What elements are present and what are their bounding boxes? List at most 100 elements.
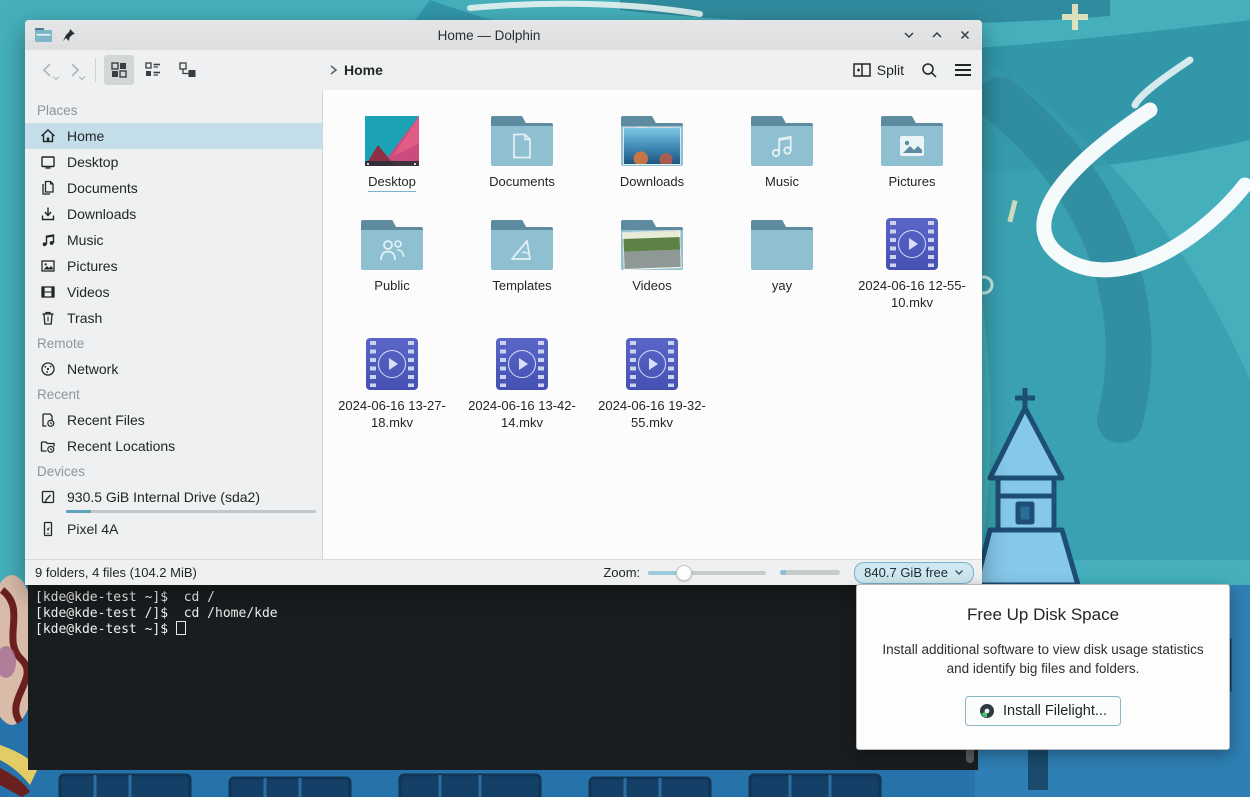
sidebar-item-label: Pixel 4A: [67, 521, 118, 537]
file-label: 2024-06-16 13-27-18.mkv: [331, 397, 453, 432]
breadcrumb-home[interactable]: Home: [344, 62, 383, 78]
sidebar-item-home[interactable]: Home: [25, 123, 322, 149]
sidebar-item-label: Videos: [67, 284, 110, 300]
popup-body-line-1: Install additional software to view disk…: [857, 641, 1229, 660]
video-file-icon: [886, 218, 938, 270]
desktop-icon: [40, 154, 56, 170]
network-icon: [40, 361, 56, 377]
back-button[interactable]: [35, 57, 61, 83]
video-file-icon: [626, 338, 678, 390]
file-label: Documents: [489, 173, 555, 191]
file-item-templates[interactable]: Templates: [457, 206, 587, 312]
split-label: Split: [877, 62, 904, 78]
folder-icon: [491, 116, 553, 166]
titlebar[interactable]: Home — Dolphin: [25, 20, 982, 50]
file-view[interactable]: Desktop Documents Downloads: [323, 90, 982, 559]
back-dropdown-icon[interactable]: [52, 75, 60, 81]
terminal-window[interactable]: [kde@kde-test ~]$ cd / [kde@kde-test /]$…: [28, 585, 978, 770]
sidebar-item-desktop[interactable]: Desktop: [25, 149, 322, 175]
folder-icon: [751, 220, 813, 270]
zoom-slider[interactable]: [648, 565, 766, 581]
video-file-icon: [496, 338, 548, 390]
file-label: Templates: [492, 277, 551, 295]
terminal-line: [kde@kde-test ~]$ cd /: [35, 590, 978, 606]
free-space-label: 840.7 GiB free: [864, 565, 948, 580]
drive-usage-bar: [66, 510, 316, 513]
folder-preview-icon: [621, 116, 683, 166]
forward-dropdown-icon[interactable]: [78, 75, 86, 81]
file-item-yay[interactable]: yay: [717, 206, 847, 312]
terminal-cursor: [176, 621, 186, 635]
file-item-videos[interactable]: Videos: [587, 206, 717, 312]
documents-icon: [40, 180, 56, 196]
toolbar: Home Split: [25, 50, 982, 90]
section-recent: Recent: [25, 382, 322, 407]
sidebar-item-downloads[interactable]: Downloads: [25, 201, 322, 227]
file-item-desktop[interactable]: Desktop: [327, 102, 457, 192]
sidebar-item-label: Recent Files: [67, 412, 145, 428]
sidebar-item-pictures[interactable]: Pictures: [25, 253, 322, 279]
folder-preview-icon: [621, 220, 683, 270]
file-item-video-4[interactable]: 2024-06-16 19-32-55.mkv: [587, 326, 717, 432]
zoom-slider-handle[interactable]: [676, 565, 692, 581]
sidebar-item-videos[interactable]: Videos: [25, 279, 322, 305]
sidebar-item-internal-drive[interactable]: 930.5 GiB Internal Drive (sda2): [25, 484, 322, 510]
sidebar-item-documents[interactable]: Documents: [25, 175, 322, 201]
pin-icon[interactable]: [62, 28, 76, 42]
desktop-preview-icon: [365, 116, 419, 166]
recent-files-icon: [40, 412, 56, 428]
file-label: 2024-06-16 12-55-10.mkv: [851, 277, 973, 312]
sidebar-item-pixel-4a[interactable]: Pixel 4A: [25, 516, 322, 542]
tree-view-button[interactable]: [172, 55, 202, 85]
split-button[interactable]: Split: [853, 62, 904, 78]
file-label: Desktop: [368, 173, 416, 192]
file-label: Videos: [632, 277, 672, 295]
sidebar-item-label: Documents: [67, 180, 138, 196]
sidebar-item-recent-files[interactable]: Recent Files: [25, 407, 322, 433]
file-item-music[interactable]: Music: [717, 102, 847, 192]
folder-icon: [751, 116, 813, 166]
sidebar-item-trash[interactable]: Trash: [25, 305, 322, 331]
sidebar-item-music[interactable]: Music: [25, 227, 322, 253]
sidebar-item-network[interactable]: Network: [25, 356, 322, 382]
file-item-video-2[interactable]: 2024-06-16 13-27-18.mkv: [327, 326, 457, 432]
filelight-icon: [979, 703, 995, 719]
details-view-button[interactable]: [138, 55, 168, 85]
window-folder-icon: [35, 28, 52, 42]
sidebar-item-label: Downloads: [67, 206, 136, 222]
sidebar-item-recent-locations[interactable]: Recent Locations: [25, 433, 322, 459]
file-item-video-3[interactable]: 2024-06-16 13-42-14.mkv: [457, 326, 587, 432]
sidebar-item-label: Trash: [67, 310, 102, 326]
icons-view-button[interactable]: [104, 55, 134, 85]
popup-title: Free Up Disk Space: [857, 605, 1229, 625]
sidebar-item-label: Pictures: [67, 258, 118, 274]
chevron-down-icon: [954, 569, 964, 576]
file-item-documents[interactable]: Documents: [457, 102, 587, 192]
sidebar-item-label: Recent Locations: [67, 438, 175, 454]
music-icon: [40, 232, 56, 248]
install-filelight-label: Install Filelight...: [1003, 703, 1107, 719]
hamburger-menu-icon[interactable]: [954, 63, 972, 77]
close-button[interactable]: [958, 28, 972, 42]
disk-capacity-fill: [780, 570, 786, 575]
forward-button[interactable]: [61, 57, 87, 83]
file-item-video-1[interactable]: 2024-06-16 12-55-10.mkv: [847, 206, 977, 312]
sidebar-item-label: Desktop: [67, 154, 118, 170]
home-icon: [40, 128, 56, 144]
popup-body-line-2: and identify big files and folders.: [857, 660, 1229, 679]
folder-icon: [881, 116, 943, 166]
file-label: yay: [772, 277, 792, 295]
phone-icon: [40, 521, 56, 537]
install-filelight-button[interactable]: Install Filelight...: [965, 696, 1121, 726]
file-item-public[interactable]: Public: [327, 206, 457, 312]
videos-icon: [40, 284, 56, 300]
search-icon[interactable]: [920, 61, 938, 79]
file-item-downloads[interactable]: Downloads: [587, 102, 717, 192]
sidebar-item-label: Home: [67, 128, 104, 144]
free-space-dropdown[interactable]: 840.7 GiB free: [854, 562, 974, 584]
breadcrumb[interactable]: Home: [328, 62, 383, 78]
maximize-button[interactable]: [930, 28, 944, 42]
minimize-button[interactable]: [902, 28, 916, 42]
window-title: Home — Dolphin: [76, 28, 902, 43]
file-item-pictures[interactable]: Pictures: [847, 102, 977, 192]
